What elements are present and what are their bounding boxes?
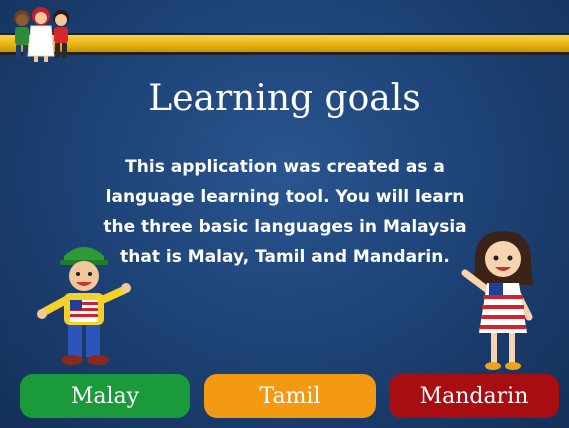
page-title: Learning goals bbox=[148, 78, 421, 119]
description-text: This application was created as a langua… bbox=[103, 157, 467, 267]
girl-character-icon bbox=[461, 231, 533, 370]
boy-character-icon bbox=[37, 247, 131, 365]
malay-button[interactable]: Malay bbox=[20, 374, 190, 418]
kids-group-icon bbox=[14, 7, 69, 62]
top-banner-bar bbox=[0, 33, 569, 55]
tamil-button[interactable]: Tamil bbox=[204, 374, 376, 418]
mandarin-button[interactable]: Mandarin bbox=[389, 374, 559, 418]
